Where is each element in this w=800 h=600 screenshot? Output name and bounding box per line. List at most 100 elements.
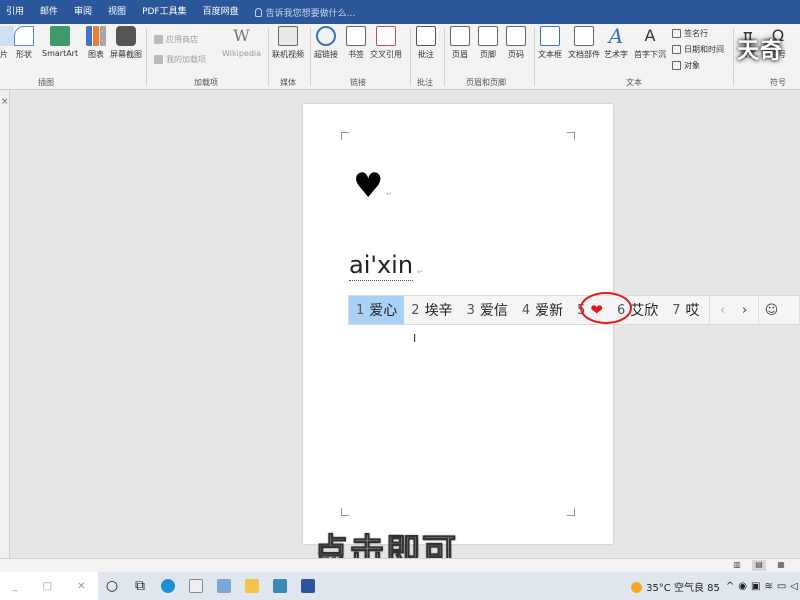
candidate-item[interactable]: 2 埃辛 [404,296,459,324]
bookmark-button[interactable]: 书签 [346,26,366,60]
tray-app-icon[interactable]: ▣ [751,581,760,592]
cortana-icon[interactable]: ○ [98,572,126,600]
file-explorer-icon[interactable] [238,572,266,600]
quick-parts-icon [574,26,594,46]
date-time-button[interactable]: 日期和时间 [672,44,724,55]
hyperlink-button[interactable]: 超链接 [314,26,338,60]
ime-candidate-bar: 1 爱心 2 埃辛 3 爱信 4 爱新 5 ❤ 6 艾欣 7 哎 ‹ › ☺ [348,295,800,325]
group-separator [410,28,411,86]
chart-button[interactable]: 图表 [86,26,106,60]
wifi-icon[interactable]: ≋ [764,581,772,592]
wordart-button[interactable]: A 艺术字 [604,26,628,60]
margin-corner-mark [567,132,575,140]
edge-icon[interactable] [154,572,182,600]
tab-references[interactable]: 引用 [0,0,32,24]
prev-page-button[interactable]: ‹ [712,303,734,318]
minimized-window-thumbnail[interactable]: _ □ ✕ [0,572,98,600]
person-app-icon[interactable] [182,572,210,600]
tell-me-search[interactable]: 告诉我您想要做什么... [254,6,356,19]
tab-baidu-netdisk[interactable]: 百度网盘 [195,0,247,24]
group-addins-label: 加载项 [194,78,218,87]
tab-view[interactable]: 视图 [100,0,134,24]
textbox-button[interactable]: 文本框 [538,26,562,60]
wikipedia-icon: W [233,26,250,45]
header-icon [450,26,470,46]
drop-cap-icon: A [644,26,656,45]
app-icon[interactable] [210,572,238,600]
group-separator [268,28,269,86]
maximize-icon[interactable]: □ [43,581,52,592]
margin-corner-mark [567,508,575,516]
app-store-button[interactable]: 应用商店 [154,34,198,45]
my-addins-button[interactable]: 我的加载项 [154,54,206,65]
screenshot-button[interactable]: 屏幕截图 [110,26,142,60]
video-icon [278,26,298,46]
task-view-icon[interactable]: ⧉ [126,572,154,600]
addins-icon [154,55,163,64]
next-page-button[interactable]: › [734,303,756,318]
object-button[interactable]: 对象 [672,60,700,71]
group-separator [534,28,535,86]
battery-icon[interactable]: ▭ [777,581,786,592]
watermark-logo: 天奇 [736,39,783,64]
paragraph-mark: ↵ [386,190,392,198]
header-button[interactable]: 页眉 [450,26,470,60]
picture-icon [0,26,14,46]
divider [708,296,710,324]
tab-pdf-tools[interactable]: PDF工具集 [134,0,195,24]
sun-icon [631,582,643,593]
tab-mailings[interactable]: 邮件 [32,0,66,24]
word-icon[interactable] [294,572,322,600]
group-text-label: 文本 [626,78,642,87]
minimize-icon[interactable]: _ [13,581,18,592]
volume-icon[interactable]: ◁ [790,581,798,592]
candidate-item[interactable]: 4 爱新 [515,296,570,324]
app-icon[interactable] [266,572,294,600]
tray-caret-icon[interactable]: ^ [726,581,734,592]
candidate-item[interactable]: 1 爱心 [349,296,405,324]
group-media-label: 媒体 [280,78,296,87]
tab-review[interactable]: 审阅 [66,0,100,24]
tray-app-icon[interactable]: ◉ [738,581,747,592]
pictures-button[interactable]: 片 [0,26,14,60]
camera-icon [116,26,136,46]
inserted-heart-symbol: ♥ [353,166,384,206]
ime-composition-text: ai'xin [349,251,414,281]
smartart-button[interactable]: SmartArt [42,26,78,58]
group-header-footer-label: 页眉和页脚 [466,78,506,87]
cross-reference-icon [376,26,396,46]
weather-widget[interactable]: 35°C 空气良 85 [629,579,722,594]
tell-me-placeholder: 告诉我您想要做什么... [265,8,356,19]
candidate-item[interactable]: 3 爱信 [460,296,515,324]
cross-reference-button[interactable]: 交叉引用 [370,26,402,60]
wikipedia-button[interactable]: W Wikipedia [222,26,261,58]
wordart-icon: A [608,24,624,48]
new-comment-button[interactable]: 批注 [416,26,436,60]
drop-cap-button[interactable]: A 首字下沉 [634,26,666,60]
candidate-item[interactable]: 7 哎 [665,296,706,324]
quick-parts-button[interactable]: 文档部件 [568,26,600,60]
group-comments-label: 批注 [417,78,433,87]
ribbon-tab-bar: 引用 邮件 审阅 视图 PDF工具集 百度网盘 告诉我您想要做什么... [0,0,800,24]
emoji-icon[interactable]: ☺ [761,303,783,318]
group-separator [444,28,445,86]
footer-button[interactable]: 页脚 [478,26,498,60]
signature-line-button[interactable]: 签名行 [672,28,708,39]
web-layout-button[interactable]: ▦ [774,560,788,571]
paragraph-mark: ↵ [417,268,423,276]
read-mode-button[interactable]: ▥ [730,560,744,571]
globe-link-icon [316,26,336,46]
online-video-button[interactable]: 联机视频 [272,26,304,60]
signature-icon [672,29,681,38]
shapes-button[interactable]: 形状 [14,26,34,60]
smartart-icon [50,26,71,46]
system-tray: 35°C 空气良 85 ^ ◉ ▣ ≋ ▭ ◁ [627,572,800,600]
close-icon[interactable]: × [1,97,9,107]
close-icon[interactable]: ✕ [77,581,85,592]
word-window: 引用 邮件 审阅 视图 PDF工具集 百度网盘 告诉我您想要做什么... 片 形… [0,0,800,600]
calendar-icon [672,45,681,54]
shapes-icon [14,26,34,46]
print-layout-button[interactable]: ▤ [752,560,766,571]
navigation-pane-edge: × [0,91,10,558]
page-number-button[interactable]: 页码 [506,26,526,60]
